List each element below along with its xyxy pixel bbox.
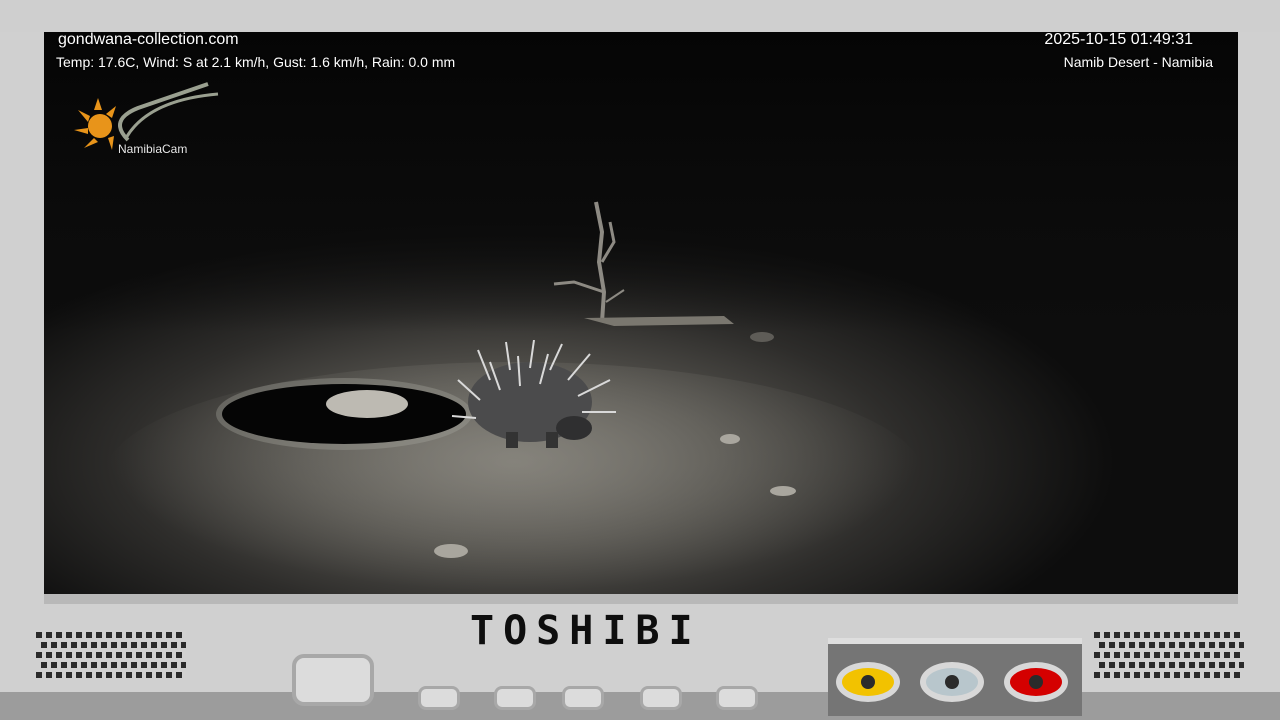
control-button-3[interactable] [562,686,604,710]
rock-in-waterhole [326,390,408,418]
camera-timestamp: 2025-10-15 01:49:31 [1044,32,1193,48]
logo-label: NamibiaCam [118,142,188,156]
yellow-jack[interactable] [836,662,900,702]
live-camera-feed: gondwana-collection.com Temp: 17.6C, Win… [44,32,1238,594]
control-button-1[interactable] [418,686,460,710]
tv-top-bezel [0,0,1280,32]
red-jack[interactable] [1004,662,1068,702]
tv-brand-label: TOSHIBI [470,608,702,654]
right-speaker-grille [1092,630,1244,680]
white-jack[interactable] [920,662,984,702]
tv-right-bezel [1238,32,1280,600]
control-button-2[interactable] [494,686,536,710]
tv-screen-edge [44,594,1238,604]
dead-tree [553,201,734,326]
porcupine [451,340,616,448]
weather-readout: Temp: 17.6C, Wind: S at 2.1 km/h, Gust: … [56,54,456,70]
pebble [770,486,796,496]
pebble [434,544,468,558]
left-speaker-grille [34,630,186,680]
camera-location: Namib Desert - Namibia [1063,54,1213,70]
pebble [750,332,774,342]
power-button[interactable] [292,654,374,706]
control-button-5[interactable] [716,686,758,710]
pebble [720,434,740,444]
camera-site-url: gondwana-collection.com [58,32,239,48]
control-button-4[interactable] [640,686,682,710]
tv-left-bezel [0,32,44,600]
